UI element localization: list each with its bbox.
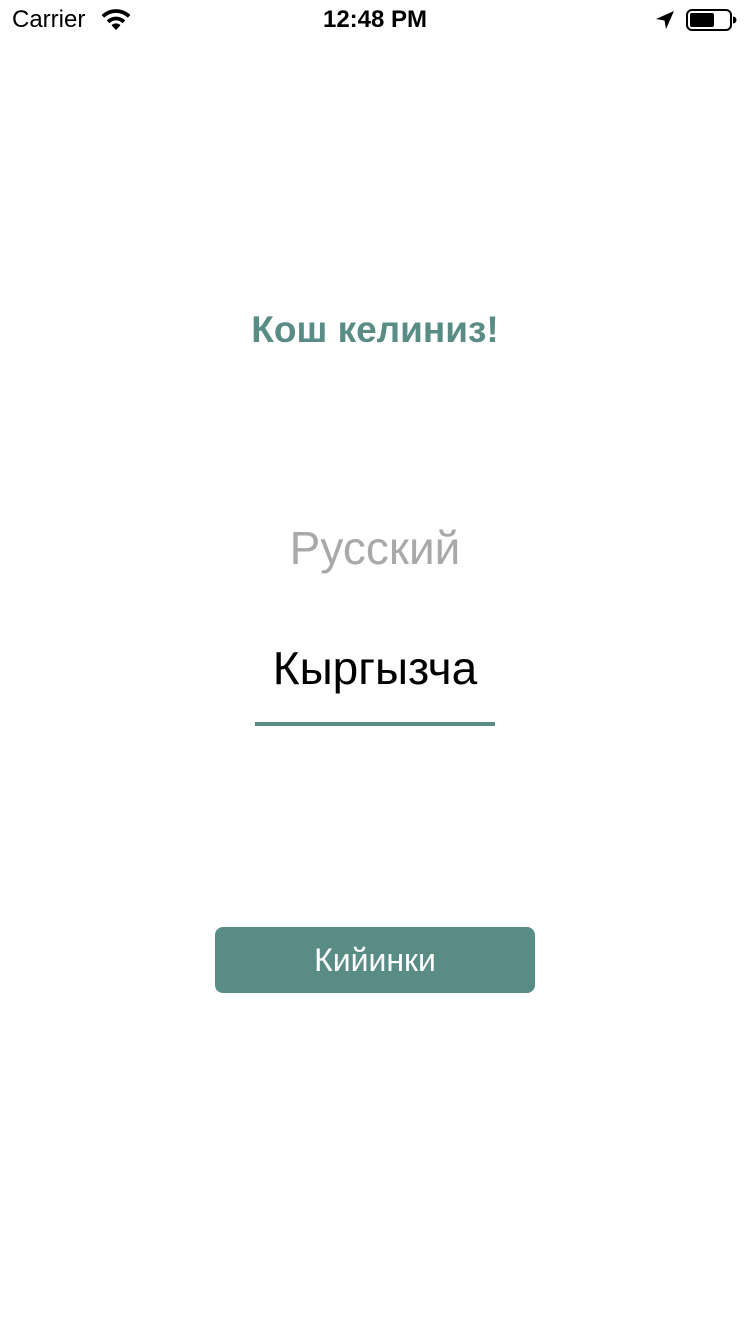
welcome-title: Кош келиниз! bbox=[251, 309, 499, 350]
next-button[interactable]: Кийинки bbox=[215, 927, 535, 993]
battery-icon bbox=[686, 8, 738, 32]
selection-underline bbox=[255, 722, 495, 726]
language-option-russian[interactable]: Русский bbox=[0, 518, 750, 578]
clock: 12:48 PM bbox=[322, 6, 428, 33]
language-option-kyrgyz[interactable]: Кыргызча bbox=[0, 638, 750, 698]
location-icon bbox=[654, 9, 676, 31]
status-bar: Carrier 12:48 PM bbox=[0, 0, 750, 40]
